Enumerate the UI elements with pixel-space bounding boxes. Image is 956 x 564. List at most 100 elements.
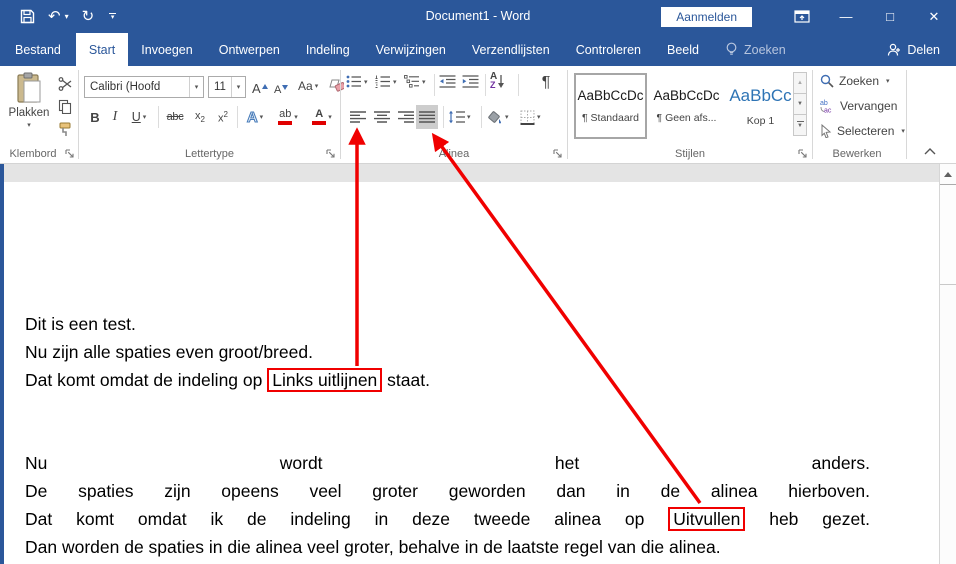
ribbon-display-options-icon[interactable]	[780, 0, 824, 33]
bullets-button[interactable]: ▾	[346, 75, 368, 88]
select-button[interactable]: Selecteren ▾	[820, 124, 905, 138]
shrink-caret-icon	[282, 85, 289, 90]
font-name-dropdown-icon[interactable]: ▾	[189, 77, 203, 97]
share-button[interactable]: Delen	[871, 33, 956, 66]
replace-icon: abac	[820, 100, 832, 113]
doc-line: Dat komt omdat ik de indeling in deze tw…	[25, 507, 870, 531]
paste-dropdown-icon[interactable]: ▾	[27, 121, 31, 129]
doc-line: Nu wordt het anders.	[25, 453, 870, 473]
document-text[interactable]: Dit is een test. Nu zijn alle spaties ev…	[25, 310, 870, 561]
font-color-dropdown-icon[interactable]: ▾	[328, 113, 332, 121]
maximize-button[interactable]: □	[868, 0, 912, 33]
borders-dropdown-icon[interactable]: ▾	[537, 113, 541, 121]
shrink-font-button[interactable]: A	[274, 76, 289, 98]
tab-controleren[interactable]: Controleren	[563, 33, 654, 66]
align-center-button[interactable]	[371, 105, 393, 129]
line-spacing-button[interactable]: ▾	[448, 105, 471, 129]
style-label: Kop 1	[746, 114, 775, 127]
align-right-button[interactable]	[395, 105, 417, 129]
minimize-button[interactable]: —	[824, 0, 868, 33]
cut-button[interactable]	[55, 75, 75, 92]
sort-button[interactable]: AZ	[490, 72, 505, 90]
paragraph-dialog-launcher-icon[interactable]	[553, 149, 563, 159]
strikethrough-button[interactable]: abc	[162, 105, 188, 129]
shading-button[interactable]: ▾	[486, 105, 509, 129]
style-standaard[interactable]: AaBbCcDc ¶ Standaard	[574, 73, 647, 139]
italic-button[interactable]: I	[108, 105, 122, 129]
collapse-ribbon-icon[interactable]	[924, 148, 936, 155]
numbering-button[interactable]: ▾	[375, 75, 397, 88]
increase-indent-button[interactable]	[462, 75, 479, 88]
paste-button[interactable]: Plakken ▾	[6, 72, 52, 154]
font-dialog-launcher-icon[interactable]	[326, 149, 336, 159]
superscript-button[interactable]: x2	[213, 105, 233, 129]
tab-beeld[interactable]: Beeld	[654, 33, 712, 66]
borders-button[interactable]: ▾	[520, 105, 541, 129]
grow-font-button[interactable]: A	[252, 76, 268, 98]
save-icon[interactable]	[20, 9, 35, 24]
justify-button[interactable]	[416, 105, 438, 129]
shading-dropdown-icon[interactable]: ▾	[505, 113, 509, 121]
subscript-button[interactable]: x2	[190, 105, 210, 129]
style-label: ¶ Geen afs...	[656, 112, 717, 124]
underline-button[interactable]: U ▾	[126, 105, 152, 129]
sign-in-button[interactable]: Aanmelden	[661, 6, 752, 27]
font-size-combobox[interactable]: 11 ▾	[208, 76, 246, 98]
doc-line: Dit is een test.	[25, 314, 136, 334]
vertical-scrollbar[interactable]	[939, 164, 956, 564]
scrollbar-up-icon[interactable]	[940, 164, 956, 185]
replace-button[interactable]: ab ac Vervangen	[820, 99, 897, 113]
align-center-icon	[374, 111, 390, 123]
tab-invoegen[interactable]: Invoegen	[128, 33, 205, 66]
tab-ontwerpen[interactable]: Ontwerpen	[206, 33, 293, 66]
undo-dropdown-icon[interactable]: ▾	[65, 12, 69, 21]
font-color-button[interactable]: A ▾	[307, 105, 337, 129]
styles-scroll-down-icon[interactable]: ▼	[793, 93, 807, 115]
copy-button[interactable]	[55, 98, 75, 115]
show-formatting-marks-button[interactable]: ¶	[535, 72, 557, 94]
clipboard-dialog-launcher-icon[interactable]	[65, 149, 75, 159]
clipboard-group-label: Klembord	[9, 148, 57, 160]
highlight-color-button[interactable]: ab ▾	[272, 105, 304, 129]
close-button[interactable]: ✕	[912, 0, 956, 33]
bold-button[interactable]: B	[86, 105, 104, 129]
multilevel-list-button[interactable]: ▾	[404, 75, 426, 88]
style-preview: AaBbCc	[729, 85, 792, 105]
text-effects-button[interactable]: A ▾	[241, 105, 269, 129]
style-geen-afstand[interactable]: AaBbCcDc ¶ Geen afs...	[650, 73, 723, 139]
font-name-combobox[interactable]: Calibri (Hoofd ▾	[84, 76, 204, 98]
tab-indeling[interactable]: Indeling	[293, 33, 363, 66]
line-spacing-dropdown-icon[interactable]: ▾	[467, 113, 471, 121]
change-case-button[interactable]: Aa ▾	[298, 76, 318, 98]
select-dropdown-icon[interactable]: ▾	[901, 127, 905, 135]
style-kop1[interactable]: AaBbCc Kop 1	[724, 73, 797, 139]
tab-verwijzingen[interactable]: Verwijzingen	[363, 33, 459, 66]
align-left-button[interactable]	[347, 105, 369, 129]
decrease-indent-button[interactable]	[439, 75, 456, 88]
style-preview: AaBbCcDc	[653, 88, 720, 103]
highlight-color-swatch	[278, 121, 293, 125]
tab-bestand[interactable]: Bestand	[0, 33, 76, 66]
font-size-dropdown-icon[interactable]: ▾	[231, 77, 245, 97]
format-painter-button[interactable]	[55, 121, 75, 138]
tell-me-search[interactable]: Zoeken	[712, 33, 799, 66]
redo-icon[interactable]: ↻	[82, 9, 95, 24]
styles-more-icon[interactable]: ▼	[793, 114, 807, 136]
tab-verzendlijsten[interactable]: Verzendlijsten	[459, 33, 563, 66]
text-effects-dropdown-icon[interactable]: ▾	[260, 113, 264, 121]
bullets-dropdown-icon[interactable]: ▾	[364, 78, 368, 86]
highlight-dropdown-icon[interactable]: ▾	[294, 113, 298, 121]
undo-icon[interactable]: ↶	[48, 9, 61, 24]
customize-qat-icon[interactable]: ▾	[109, 13, 117, 21]
find-dropdown-icon[interactable]: ▾	[886, 77, 890, 85]
find-button[interactable]: Zoeken ▾	[820, 74, 890, 88]
styles-scroll-up-icon[interactable]: ▲	[793, 72, 807, 94]
numbering-dropdown-icon[interactable]: ▾	[393, 78, 397, 86]
paste-label: Plakken	[8, 107, 50, 119]
underline-dropdown-icon[interactable]: ▾	[143, 113, 147, 121]
scrollbar-thumb[interactable]	[940, 185, 956, 285]
tab-start[interactable]: Start	[75, 33, 129, 66]
styles-dialog-launcher-icon[interactable]	[798, 149, 808, 159]
multilevel-dropdown-icon[interactable]: ▾	[422, 78, 426, 86]
document-margin-band	[0, 164, 939, 182]
